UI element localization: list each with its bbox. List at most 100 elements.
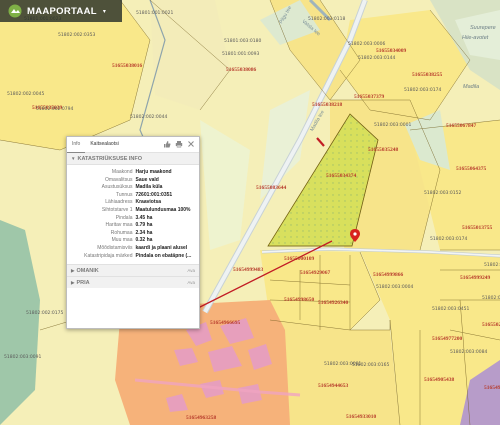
parcel-id-label: 51655067847 bbox=[446, 123, 477, 129]
attribute-key: Asustusüksus bbox=[101, 184, 133, 191]
tab-kaitsealaotsi[interactable]: Kaitsealaotsi bbox=[85, 137, 123, 152]
parcel-id-label: 51655034009 bbox=[376, 48, 407, 54]
parcel-id-label: 51654963258 bbox=[186, 415, 217, 421]
parcel-id-label: 51655038086 bbox=[226, 67, 257, 73]
popup-tools bbox=[163, 140, 195, 148]
popup-tabs: Info Kaitsealaotsi bbox=[67, 137, 199, 153]
cadastral-code-label: 51801:001:0021 bbox=[136, 11, 174, 16]
parcel-id-label: 51654929067 bbox=[300, 270, 331, 276]
parcel-id-label: 51654944653 bbox=[318, 383, 349, 389]
attribute-value: Kraaviotsa bbox=[135, 199, 162, 206]
section-open-link[interactable]: Ava bbox=[187, 268, 195, 273]
attribute-row: Omavalitsus Saue vald bbox=[67, 177, 197, 185]
cadastral-code-label: 51802:003:0144 bbox=[358, 56, 396, 61]
attribute-row: Tunnus 72601:001:0351 bbox=[67, 192, 197, 200]
thumbs-up-icon[interactable] bbox=[163, 140, 171, 148]
attribute-key: Lähiaadress bbox=[105, 199, 133, 206]
attribute-table: Maakond Harju maakond Omavalitsus Saue vald… bbox=[67, 165, 199, 264]
place-label-suurepere: Suurepere bbox=[470, 25, 496, 31]
cadastral-code-label: 51802:003:0091 bbox=[4, 355, 42, 360]
cadastral-code-label: 51802:003:0165 bbox=[352, 363, 390, 368]
parcel-id-label: 51655037379 bbox=[354, 94, 385, 100]
cadastral-code-label: 51802:003:0118 bbox=[308, 17, 346, 22]
parcel-id-label: 51654966695 bbox=[210, 320, 241, 326]
cadastral-code-label: 51802:003:0004 bbox=[376, 285, 414, 290]
section-title: KATASTRIÜKSUSE INFO bbox=[77, 155, 143, 162]
attribute-key: Rohumaa bbox=[110, 229, 133, 236]
parcel-id-label: 51654933010 bbox=[346, 414, 377, 420]
menu-caret-icon[interactable]: ▾ bbox=[103, 8, 106, 15]
cadastral-code-label: 51802:003:0001 bbox=[374, 123, 412, 128]
collapse-arrow-icon: ▼ bbox=[71, 156, 76, 161]
attribute-value: 3.45 ha bbox=[135, 214, 153, 221]
expand-arrow-icon: ▶ bbox=[71, 267, 75, 273]
parcel-id-label: 51654962001 bbox=[484, 385, 500, 391]
parcel-id-label: 51655083644 bbox=[256, 185, 287, 191]
attribute-row: Lähiaadress Kraaviotsa bbox=[67, 199, 197, 207]
parcel-id-label: 51655038218 bbox=[312, 102, 343, 108]
attribute-key: Muu maa bbox=[111, 237, 133, 244]
cadastral-code-label: 51802:002:0175 bbox=[26, 311, 64, 316]
section-header-katastriuksus[interactable]: ▼ KATASTRIÜKSUSE INFO bbox=[67, 153, 199, 165]
section-title-omanik: OMANIK bbox=[76, 267, 99, 274]
place-label-hiie: Hiie-avotet bbox=[462, 35, 489, 41]
cadastral-code-label: 51802:003:0147 bbox=[484, 263, 500, 268]
parcel-id-label: 51654999249 bbox=[460, 275, 491, 281]
cadastral-code-label: 51802:003:0451 bbox=[432, 307, 470, 312]
parcel-id-label: 51655035248 bbox=[368, 147, 399, 153]
attribute-key: Pindala bbox=[115, 214, 133, 221]
attribute-value: Maatulundusmaa 100% bbox=[135, 206, 191, 213]
attribute-value: kaardi ja plaani alusel bbox=[135, 244, 188, 251]
section-open-link[interactable]: Ava bbox=[187, 280, 195, 285]
cadastral-code-label: 51801:003:0180 bbox=[224, 39, 262, 44]
cadastral-code-label: 51802:003:0174 bbox=[430, 237, 468, 242]
attribute-row: Asustusüksus Madila küla bbox=[67, 184, 197, 192]
parcel-id-label: 51654998650 bbox=[284, 297, 315, 303]
cadastral-code-label: 51802:003:0174 bbox=[404, 88, 442, 93]
section-pria[interactable]: ▶ PRIA Ava bbox=[67, 276, 199, 289]
cadastral-code-label: 51802:003:0213 bbox=[482, 296, 500, 301]
cadastral-code-label: 51802:002:0794 bbox=[36, 107, 74, 112]
attribute-value: Madila küla bbox=[135, 184, 163, 191]
attribute-value: 72601:001:0351 bbox=[135, 191, 173, 198]
attribute-row: Maakond Harju maakond bbox=[67, 169, 197, 177]
attribute-key: Tunnus bbox=[115, 191, 133, 198]
attribute-row: Muu maa 0.32 ha bbox=[67, 237, 197, 245]
attribute-value: 0.32 ha bbox=[135, 237, 153, 244]
tab-info[interactable]: Info bbox=[67, 137, 86, 153]
attribute-value: Harju maakond bbox=[135, 169, 172, 175]
attribute-row: Pindala 3.45 ha bbox=[67, 215, 197, 223]
parcel-info-popup: Info Kaitsealaotsi ▼ KATASTRIÜKSUSE INFO… bbox=[66, 136, 200, 329]
parcel-id-label: 51655034374 bbox=[326, 173, 357, 179]
parcel-id-label: 51654999483 bbox=[233, 267, 264, 273]
close-icon[interactable] bbox=[187, 140, 195, 148]
cadastral-code-label: 51802:003:0006 bbox=[348, 42, 386, 47]
attribute-row: Haritav maa 0.79 ha bbox=[67, 222, 197, 230]
attribute-key: Katastripidaja märked bbox=[84, 252, 133, 259]
app-title[interactable]: MAAPORTAAL bbox=[27, 6, 97, 17]
attribute-row: Katastripidaja märked Pindala on ebatäpne… bbox=[67, 253, 197, 261]
parcel-id-label: 51654926340 bbox=[318, 300, 349, 306]
cadastral-code-label: 51802:002:0044 bbox=[130, 115, 168, 120]
cadastral-code-label: 51802:002:0045 bbox=[7, 92, 45, 97]
attribute-row: Mõõdistamisviis kaardi ja plaani alusel bbox=[67, 245, 197, 253]
parcel-id-label: 51654905438 bbox=[424, 377, 455, 383]
attribute-key: Omavalitsus bbox=[104, 176, 133, 183]
app-header: MAAPORTAAL ▾ bbox=[0, 0, 122, 22]
print-icon[interactable] bbox=[175, 140, 183, 148]
parcel-id-label: 51655000109 bbox=[284, 256, 315, 262]
attribute-value: Pindala on ebatäpne (... bbox=[135, 252, 192, 259]
cadastral-code-label: 51802:003:0152 bbox=[424, 191, 462, 196]
section-omanik[interactable]: ▶ OMANIK Ava bbox=[67, 264, 199, 277]
parcel-id-label: 51654999866 bbox=[373, 272, 404, 278]
section-title-pria: PRIA bbox=[76, 279, 90, 286]
parcel-id-label: 51655064375 bbox=[456, 166, 487, 172]
cadastral-code-label: 51801:001:0093 bbox=[222, 52, 260, 57]
parcel-id-label: 51655024809 bbox=[482, 322, 500, 328]
attribute-value: Saue vald bbox=[135, 176, 159, 183]
parcel-fill bbox=[270, 320, 400, 425]
attribute-value: 2.34 ha bbox=[135, 229, 153, 236]
parcel-id-label: 51654977200 bbox=[432, 336, 463, 342]
parcel-id-label: 51655038255 bbox=[412, 72, 443, 78]
place-label-madila: Madila bbox=[463, 84, 480, 90]
